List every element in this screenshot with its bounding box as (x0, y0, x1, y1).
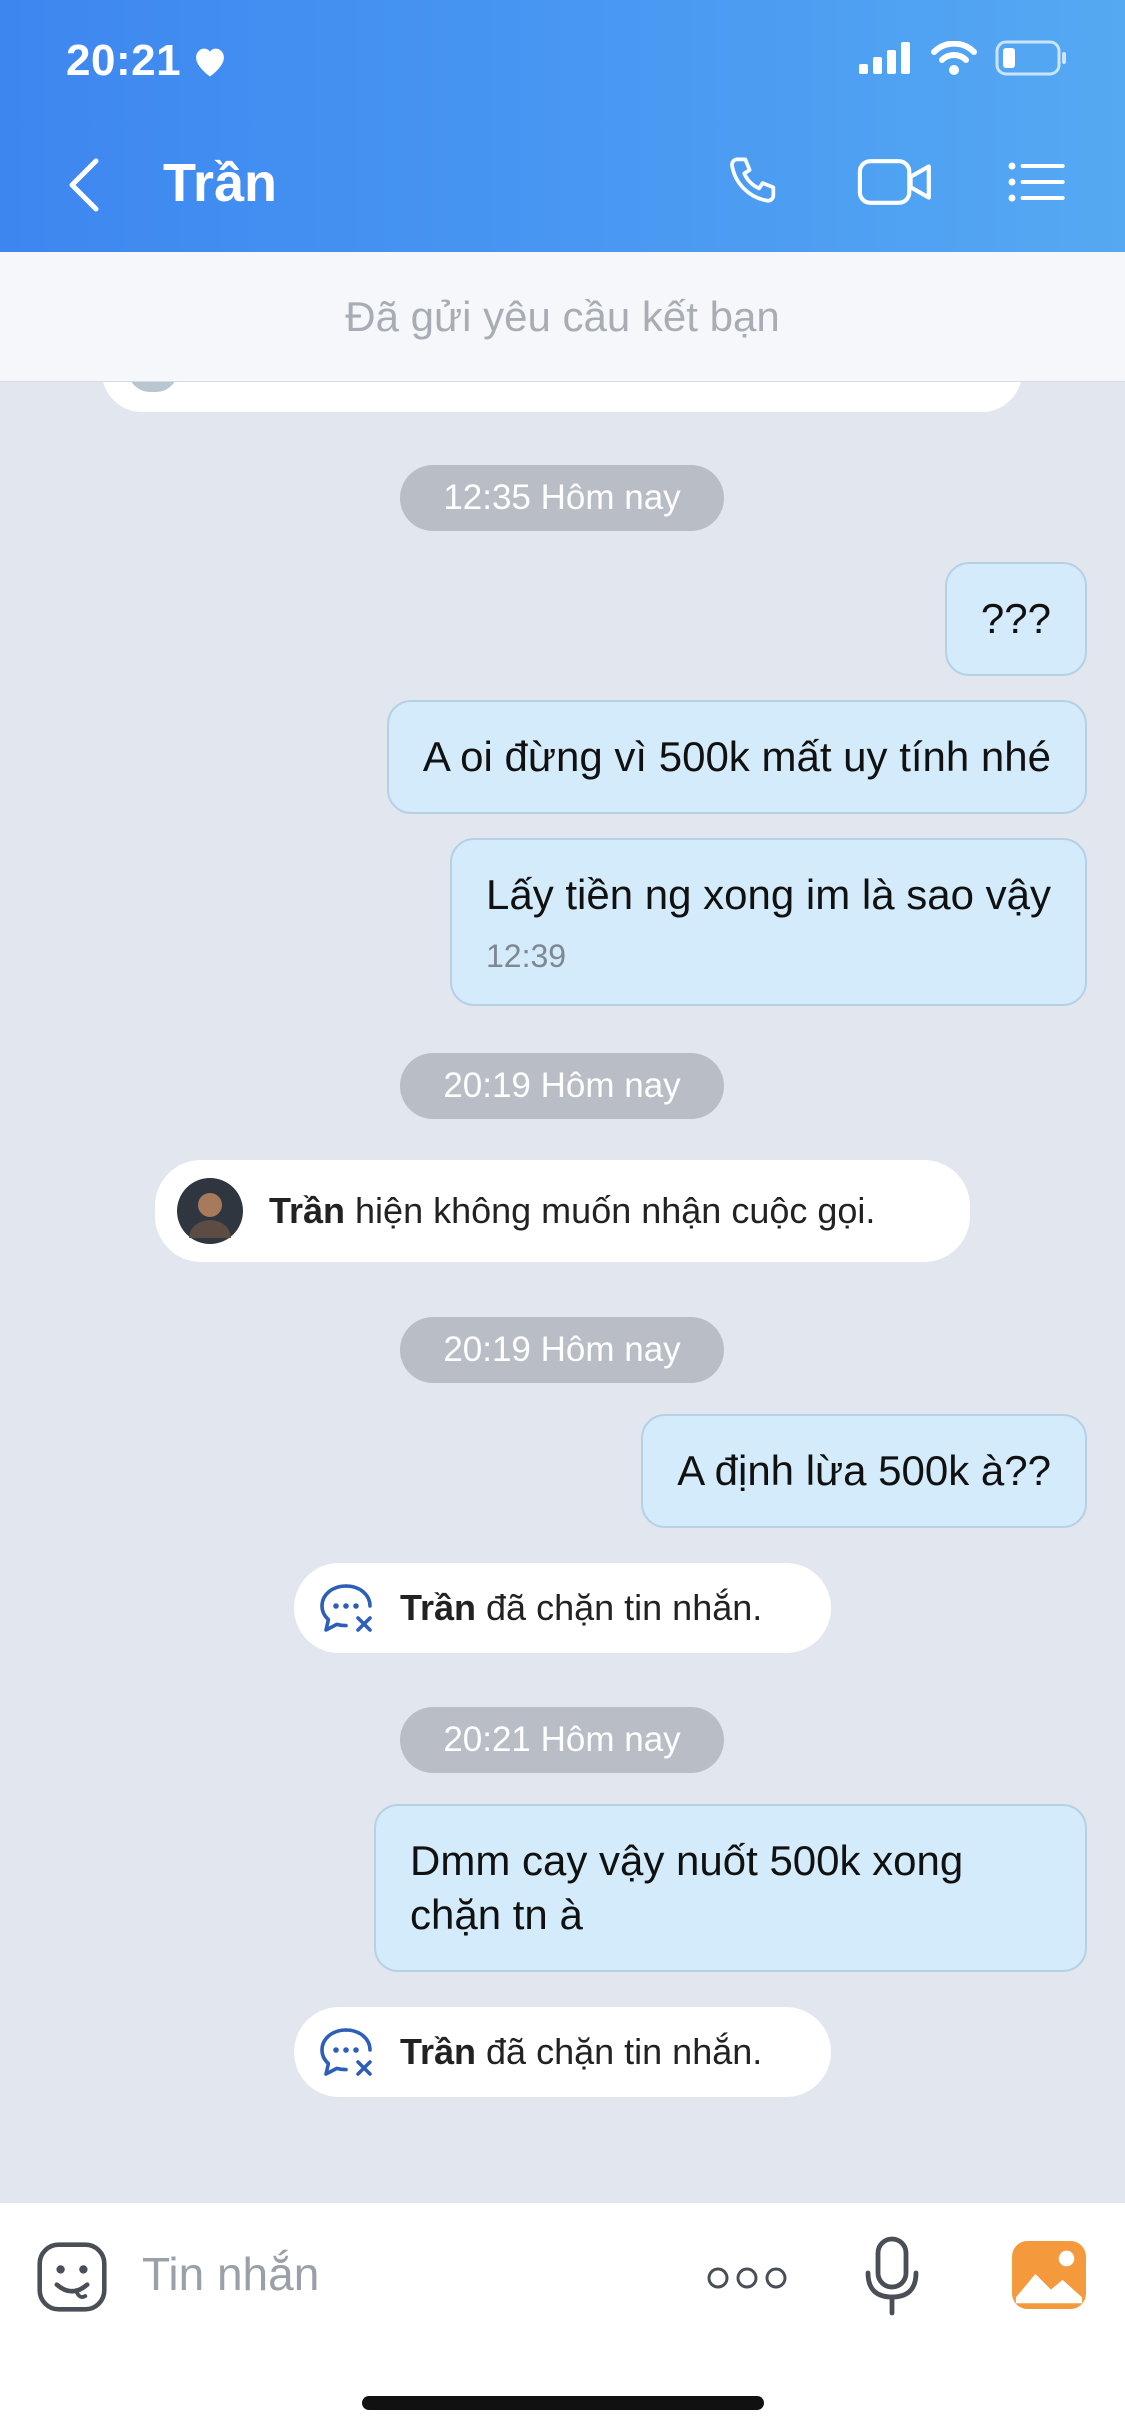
notice-text: đã chặn tin nhắn. (486, 2031, 763, 2072)
sent-message[interactable]: A định lừa 500k à?? (641, 1414, 1087, 1528)
blocked-notice: Trần đã chặn tin nhắn. (294, 1563, 831, 1653)
menu-icon[interactable] (1004, 150, 1068, 214)
message-time: 12:39 (486, 938, 567, 974)
sent-message[interactable]: Dmm cay vậy nuốt 500k xong chặn tn à (374, 1804, 1087, 1972)
avatar (177, 1178, 243, 1244)
microphone-icon[interactable] (862, 2235, 922, 2319)
message-input[interactable]: Tin nhắn (142, 2247, 319, 2301)
more-icon[interactable] (705, 2263, 789, 2293)
message-text: Dmm cay vậy nuốt 500k xong chặn tn à (410, 1837, 964, 1938)
time-divider: 12:35 Hôm nay (400, 465, 724, 531)
message-text: A định lừa 500k à?? (677, 1447, 1051, 1494)
sent-message[interactable]: A oi đừng vì 500k mất uy tính nhé (386, 700, 1087, 814)
blocked-notice: Trần đã chặn tin nhắn. (294, 2007, 831, 2097)
wifi-icon (931, 41, 977, 75)
message-text: Lấy tiền ng xong im là sao vậy (486, 871, 1051, 918)
message-text: ??? (980, 595, 1051, 642)
blocked-message-icon (320, 1584, 372, 1632)
home-indicator[interactable] (362, 2396, 764, 2410)
video-icon[interactable] (856, 150, 934, 214)
clock-text: 20:21 (66, 36, 182, 85)
friend-request-banner: Đã gửi yêu cầu kết bạn (0, 252, 1125, 382)
status-icons (859, 40, 1067, 76)
contact-name[interactable]: Trần (163, 152, 277, 214)
blocked-message-icon (320, 2028, 372, 2076)
sent-message[interactable]: Lấy tiền ng xong im là sao vậy 12:39 (450, 838, 1087, 1006)
signal-icon (859, 42, 910, 74)
notice-name: Trần (269, 1190, 346, 1231)
notice-text: đã chặn tin nhắn. (486, 1587, 763, 1628)
notice-name: Trần (400, 2031, 477, 2072)
heart-icon (196, 48, 224, 77)
time-divider: 20:19 Hôm nay (400, 1053, 724, 1119)
chat-header: 20:21 Trần (0, 0, 1125, 252)
time-divider: 20:19 Hôm nay (400, 1317, 724, 1383)
call-rejected-notice: Trần hiện không muốn nhận cuộc gọi. (155, 1160, 970, 1262)
sent-message[interactable]: ??? (944, 562, 1087, 676)
sticker-icon[interactable] (34, 2239, 110, 2315)
time-divider: 20:21 Hôm nay (400, 1707, 724, 1773)
notice-text: hiện không muốn nhận cuộc gọi. (355, 1190, 876, 1231)
battery-icon (995, 40, 1066, 76)
image-icon[interactable] (1010, 2239, 1088, 2311)
message-text: A oi đừng vì 500k mất uy tính nhé (422, 733, 1051, 780)
phone-icon[interactable] (724, 150, 788, 214)
back-icon[interactable] (60, 155, 110, 215)
status-bar-time: 20:21 (66, 36, 229, 86)
notice-name: Trần (400, 1587, 477, 1628)
